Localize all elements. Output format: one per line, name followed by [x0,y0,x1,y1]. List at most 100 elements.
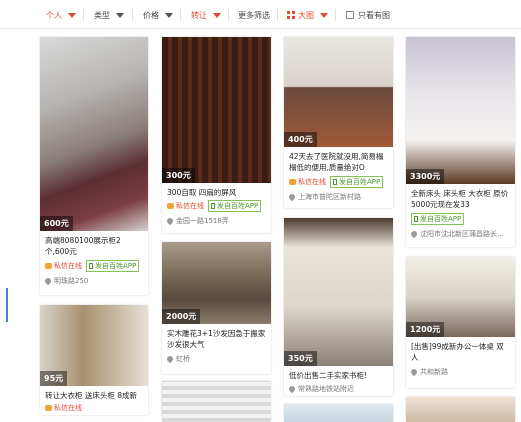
listing-photo [162,381,271,422]
scroll-indicator [6,288,8,322]
listing-price: 2000元 [162,309,201,324]
chat-icon [45,263,52,269]
listing-title: 转让大衣柜 送床头柜 8成新 [45,391,138,400]
chevron-down-icon [116,12,124,18]
listing-card[interactable] [284,404,393,422]
listing-price: 1200元 [406,322,445,337]
app-badge: 发自百姓APP [411,213,465,225]
listing-title: 实木雕花3+1沙发因急于搬家沙发很大气 [167,329,266,349]
phone-icon [211,203,215,209]
listing-card[interactable]: 600元 高端8080100展示柜2个,600元 私信在线 发自百姓APP 明珠… [40,37,148,295]
checkbox-icon [346,11,354,19]
listing-card[interactable] [406,397,515,422]
chat-online-badge[interactable]: 私信在线 [45,261,82,271]
location-label: 虹桥 [176,355,190,363]
listing-card[interactable]: 1200元 [出售]99成新办公一体桌 双人 共和新路 [406,257,515,388]
only-images-checkbox[interactable]: 只看有图 [346,8,390,22]
location-pin-icon [43,276,53,286]
listing-photo: 3300元 [406,37,515,184]
app-badge: 发自百姓APP [330,176,384,188]
app-badge: 发自百姓APP [86,260,140,272]
location-pin-icon [165,354,175,364]
location-label: 共和新路 [420,368,448,376]
chat-online-badge[interactable]: 私信在线 [167,201,204,211]
chevron-down-icon [68,12,76,18]
listing-photo [284,404,393,422]
app-badge: 发自百姓APP [208,200,262,212]
chevron-down-icon [320,12,328,18]
chevron-down-icon [165,12,173,18]
listing-location: 常熟路地铁站附近 [284,380,393,394]
listing-title: 低价出售二手实家书柜! [289,371,368,380]
only-images-label: 只看有图 [358,10,390,20]
grid-icon [287,11,295,19]
location-pin-icon [409,229,419,239]
filter-bar: 个人 类型 价格 转让 更多筛选 大图 只看有图 [0,0,521,29]
listing-photo: 1200元 [406,257,515,337]
listing-price: 95元 [40,371,68,386]
listing-photo: 2000元 [162,242,271,324]
chat-online-label: 私信在线 [298,178,326,186]
listing-badges: 私信在线 发自百姓APP [40,257,148,272]
listing-title: 全新床头 床头柜 大衣柜 原价5000元现在发33 [411,189,509,209]
phone-icon [333,179,337,185]
listing-title: 300自取 四扇的屏风 [167,188,237,197]
listing-photo: 300元 [162,37,271,183]
chat-online-badge[interactable]: 私信在线 [289,177,326,187]
phone-icon [414,216,418,222]
location-label: 上海市普陀区新村路 [298,193,361,201]
filter-more[interactable]: 更多筛选 [238,8,270,22]
listing-photo: 600元 [40,37,148,231]
app-badge-label: 发自百姓APP [95,262,137,270]
app-badge-label: 发自百姓APP [420,215,462,223]
listing-card[interactable]: 350元 低价出售二手实家书柜! 常熟路地铁站附近 [284,218,393,396]
listing-price: 600元 [40,216,73,231]
location-pin-icon [409,367,419,377]
location-pin-icon [165,216,175,226]
location-label: 常熟路地铁站附近 [298,385,354,393]
listing-badges: 私信在线 发自百姓APP [284,173,393,188]
filter-transfer-label: 转让 [191,10,207,20]
divider [277,9,278,21]
location-label: 明珠路250 [54,277,89,285]
listing-photo: 95元 [40,305,148,386]
listing-card[interactable]: 400元 42天去了医院就没用,简易榻榻低的便用,质量绝对O 私信在线 发自百姓… [284,37,393,208]
location-label: 沈阳市沈北新区蒲昌路长... [420,230,504,238]
chat-online-badge[interactable]: 私信在线 [45,403,82,413]
chat-online-label: 私信在线 [176,202,204,210]
listing-photo: 350元 [284,218,393,366]
listing-price: 300元 [162,168,195,183]
listing-card[interactable]: 300元 300自取 四扇的屏风 私信在线 发自百姓APP 金园一路1518弄 [162,37,271,233]
listing-location: 上海市普陀区新村路 [284,188,393,202]
phone-icon [89,263,93,269]
location-pin-icon [287,192,297,202]
listing-title: 高端8080100展示柜2个,600元 [45,236,121,256]
listing-card[interactable]: 95元 转让大衣柜 送床头柜 8成新 私信在线 [40,305,148,415]
listing-title: [出售]99成新办公一体桌 双人 [411,342,504,362]
filter-personal[interactable]: 个人 [46,8,76,22]
chat-icon [45,405,52,411]
filter-price-label: 价格 [143,10,159,20]
divider [132,9,133,21]
listing-card[interactable]: 3300元 全新床头 床头柜 大衣柜 原价5000元现在发33 发自百姓APP … [406,37,515,247]
listing-location: 虹桥 [162,350,271,364]
listing-badges: 私信在线 [40,400,148,413]
listing-card[interactable] [162,381,271,422]
location-label: 金园一路1518弄 [176,217,229,225]
filter-price[interactable]: 价格 [143,8,173,22]
listing-title: 42天去了医院就没用,简易榻榻低的便用,质量绝对O [289,152,384,172]
divider [83,9,84,21]
filter-personal-label: 个人 [46,10,62,20]
listing-location: 共和新路 [406,363,515,377]
filter-type[interactable]: 类型 [94,8,124,22]
view-bigview-toggle[interactable]: 大图 [287,8,328,22]
listing-photo [406,397,515,422]
chat-online-label: 私信在线 [54,262,82,270]
app-badge-label: 发自百姓APP [339,178,381,186]
listing-price: 350元 [284,351,317,366]
listing-location: 沈阳市沈北新区蒲昌路长... [406,225,515,239]
listing-card[interactable]: 2000元 实木雕花3+1沙发因急于搬家沙发很大气 虹桥 [162,242,271,374]
chevron-down-icon [213,12,221,18]
location-pin-icon [287,384,297,394]
filter-transfer[interactable]: 转让 [191,8,221,22]
